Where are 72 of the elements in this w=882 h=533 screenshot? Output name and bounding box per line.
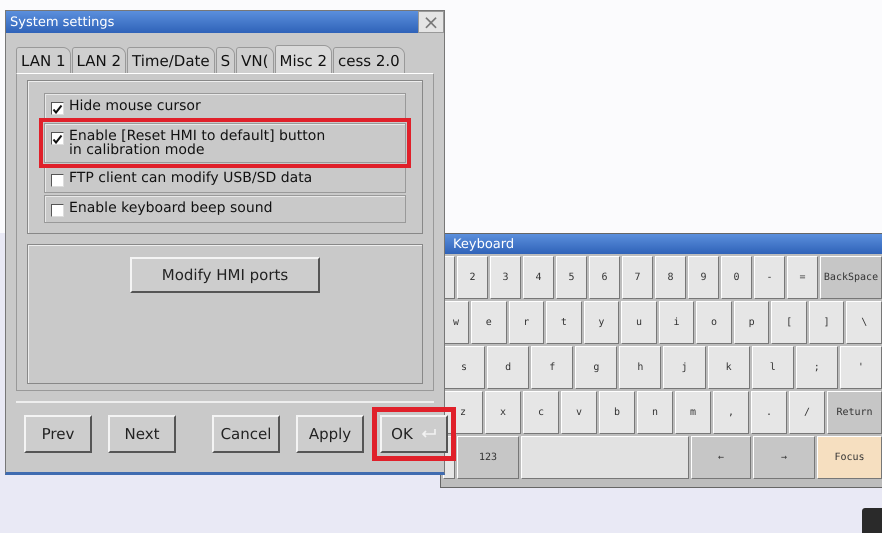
keyboard-key[interactable]: ← (691, 436, 751, 479)
tab[interactable]: Time/Date (127, 47, 215, 73)
option-label: Enable [Reset HMI to default] button in calibration mode (69, 129, 326, 157)
keyboard-key[interactable]: 9 (688, 256, 719, 299)
keyboard-key[interactable]: h (619, 346, 662, 389)
tab[interactable]: VN( (236, 47, 274, 73)
keyboard-key[interactable]: g (575, 346, 618, 389)
keyboard-key[interactable]: p (734, 301, 770, 344)
option-label: FTP client can modify USB/SD data (69, 171, 312, 185)
keyboard-key[interactable]: j (663, 346, 706, 389)
keyboard-key[interactable]: r (508, 301, 544, 344)
ok-button[interactable]: OK (380, 415, 448, 453)
tab[interactable]: cess 2.0 (332, 47, 405, 73)
option-label: Enable keyboard beep sound (69, 201, 272, 215)
keyboard-key[interactable]: s (443, 346, 486, 389)
close-button[interactable]: × (418, 11, 444, 33)
keyboard-key[interactable]: 8 (655, 256, 686, 299)
dialog-button[interactable]: Cancel (212, 415, 280, 453)
keyboard-key[interactable]: ; (796, 346, 838, 389)
keyboard-key[interactable]: ] (808, 301, 844, 344)
keyboard-key[interactable]: d (487, 346, 530, 389)
keyboard-key[interactable]: n (637, 391, 673, 434)
keyboard-key[interactable]: y (584, 301, 620, 344)
keyboard-key[interactable]: e (471, 301, 507, 344)
keyboard-key[interactable]: Return (827, 391, 882, 434)
keyboard-key[interactable]: BackSpace (820, 256, 882, 299)
keyboard-key[interactable]: 5 (556, 256, 587, 299)
tab[interactable]: LAN 1 (16, 47, 70, 73)
keyboard-key[interactable]: v (561, 391, 597, 434)
keyboard-key[interactable]: / (789, 391, 825, 434)
keyboard-key[interactable]: 0 (721, 256, 752, 299)
window-title: System settings (10, 14, 114, 30)
checkbox[interactable] (51, 132, 64, 145)
keyboard-key[interactable]: b (599, 391, 635, 434)
dialog-button[interactable]: Next (108, 415, 176, 453)
keyboard-key[interactable]: o (696, 301, 732, 344)
space-key[interactable] (521, 436, 689, 479)
keyboard-key[interactable]: - (754, 256, 785, 299)
tab[interactable]: Misc 2 (274, 45, 332, 73)
keyboard-key[interactable]: k (708, 346, 750, 389)
tab[interactable]: LAN 2 (72, 47, 126, 73)
option-label: Hide mouse cursor (69, 99, 201, 113)
dialog-button[interactable]: Prev (24, 415, 92, 453)
modify-ports-button[interactable]: Modify HMI ports (130, 257, 320, 293)
keyboard-key[interactable]: x (485, 391, 521, 434)
keyboard-key[interactable]: , (713, 391, 749, 434)
keyboard-key[interactable]: 123 (457, 436, 519, 479)
checkbox[interactable] (51, 204, 64, 217)
keyboard-key[interactable]: w (443, 301, 469, 344)
checkbox[interactable] (51, 174, 64, 187)
keyboard-key[interactable]: c (523, 391, 559, 434)
dialog-button[interactable]: Apply (296, 415, 364, 453)
keyboard-key[interactable]: 6 (589, 256, 620, 299)
keyboard-key[interactable]: t (546, 301, 582, 344)
keyboard-key[interactable]: l (752, 346, 794, 389)
keyboard-key[interactable]: f (531, 346, 574, 389)
keyboard-key[interactable]: 4 (523, 256, 554, 299)
keyboard-key[interactable]: \ (846, 301, 882, 344)
keyboard-key[interactable]: 7 (622, 256, 653, 299)
keyboard-key[interactable]: m (675, 391, 711, 434)
keyboard-key[interactable]: → (753, 436, 815, 479)
keyboard-key[interactable]: 3 (490, 256, 521, 299)
keyboard-key[interactable]: . (751, 391, 787, 434)
keyboard-key[interactable]: [ (771, 301, 807, 344)
keyboard-key[interactable]: i (658, 301, 694, 344)
keyboard-key[interactable]: = (787, 256, 818, 299)
keyboard-key[interactable]: u (621, 301, 657, 344)
keyboard-key[interactable]: Focus (817, 436, 882, 479)
keyboard-key[interactable]: ' (840, 346, 882, 389)
keyboard-key[interactable]: 2 (457, 256, 488, 299)
checkbox[interactable] (51, 102, 64, 115)
tab[interactable]: S (216, 47, 236, 73)
